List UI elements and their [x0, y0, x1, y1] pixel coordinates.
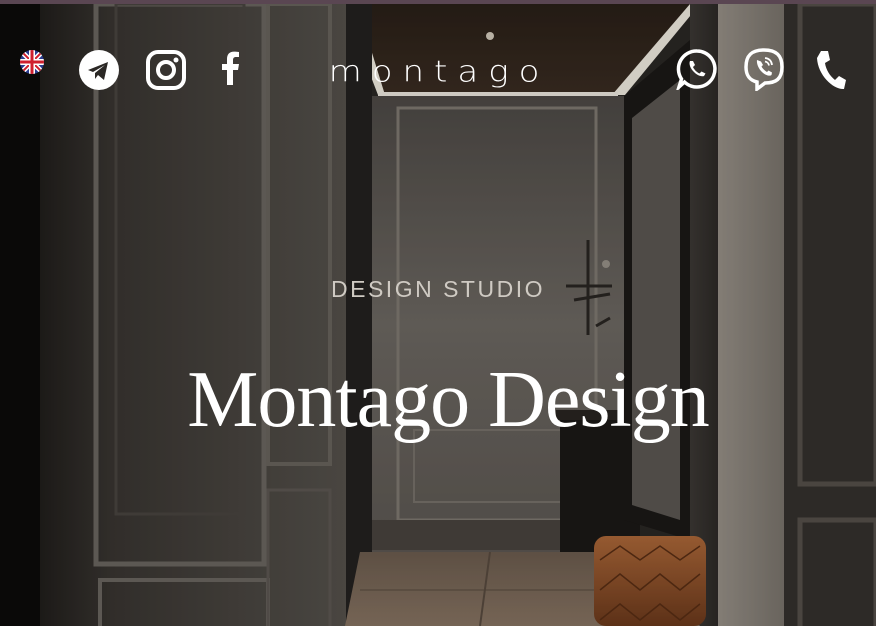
site-header: montago: [0, 0, 876, 140]
facebook-icon[interactable]: [218, 51, 242, 85]
uk-flag-icon[interactable]: [20, 50, 44, 74]
phone-icon[interactable]: [815, 49, 847, 91]
site-logo[interactable]: montago: [318, 55, 560, 89]
viber-icon[interactable]: [743, 47, 785, 93]
instagram-icon[interactable]: [145, 49, 187, 91]
hero-title: Montago Design: [187, 356, 710, 444]
telegram-icon[interactable]: [78, 49, 120, 91]
hero-eyebrow: DESIGN STUDIO: [331, 276, 545, 302]
whatsapp-icon[interactable]: [675, 48, 718, 93]
